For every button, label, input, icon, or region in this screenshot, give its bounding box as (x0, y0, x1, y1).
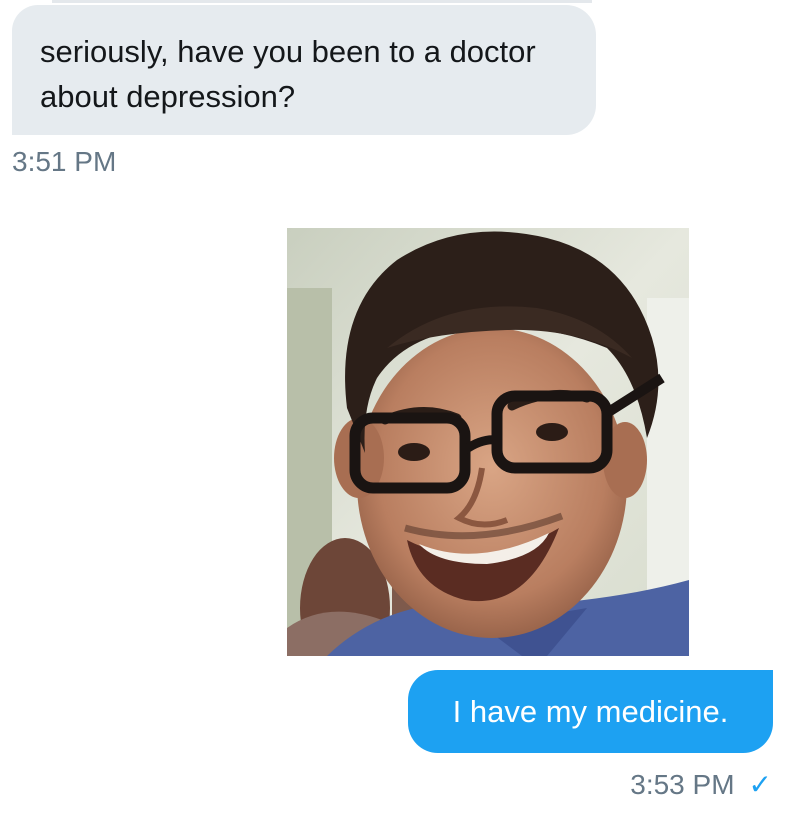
shared-photo[interactable] (287, 228, 689, 656)
outgoing-message-bubble[interactable]: I have my medicine. (408, 670, 773, 753)
previous-bubble-edge (52, 0, 592, 3)
photo-of-smiling-man-icon (287, 228, 689, 656)
incoming-message-bubble[interactable]: seriously, have you been to a doctor abo… (12, 5, 596, 135)
checkmark-icon: ✓ (748, 769, 772, 800)
outgoing-message-timestamp: 3:53 PM (630, 768, 735, 800)
incoming-message-timestamp: 3:51 PM (12, 146, 117, 177)
outgoing-message-status: 3:53 PM ✓ (630, 768, 772, 801)
incoming-message-text: seriously, have you been to a doctor abo… (40, 34, 536, 114)
outgoing-message-text: I have my medicine. (452, 693, 729, 729)
